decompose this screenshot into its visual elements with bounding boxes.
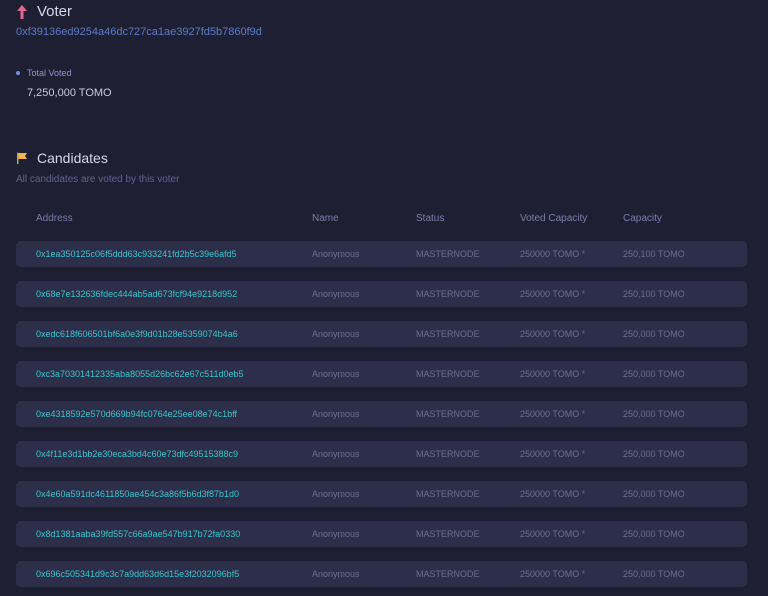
candidate-address-link[interactable]: 0xedc618f606501bf6a0e3f9d01b28e5359074b4… — [36, 329, 238, 339]
candidates-title: Candidates — [37, 150, 108, 166]
candidate-voted-capacity: 250000 TOMO * — [520, 529, 586, 539]
candidate-status: MASTERNODE — [416, 409, 480, 419]
candidate-status: MASTERNODE — [416, 569, 480, 579]
candidate-address-link[interactable]: 0xc3a70301412335aba8055d26bc62e67c511d0e… — [36, 369, 244, 379]
candidate-status: MASTERNODE — [416, 289, 480, 299]
table-row[interactable]: 0x1ea350125c06f5ddd63c933241fd2b5c39e6af… — [16, 241, 747, 267]
arrow-up-icon — [17, 4, 27, 19]
table-row[interactable]: 0x696c505341d9c3c7a9dd63d6d15e3f2032096b… — [16, 561, 747, 587]
candidate-status: MASTERNODE — [416, 449, 480, 459]
candidate-name: Anonymous — [312, 569, 360, 579]
candidate-capacity: 250,000 TOMO — [623, 529, 685, 539]
table-row[interactable]: 0x4e60a591dc4611850ae454c3a86f5b6d3f87b1… — [16, 481, 747, 507]
total-voted-label-row: Total Voted — [16, 68, 112, 78]
candidate-status: MASTERNODE — [416, 249, 480, 259]
candidates-subtitle: All candidates are voted by this voter — [16, 174, 180, 185]
candidate-address-link[interactable]: 0x4f11e3d1bb2e30eca3bd4c60e73dfc49515388… — [36, 449, 238, 459]
candidates-header: Candidates — [16, 150, 108, 166]
candidate-address-link[interactable]: 0x68e7e132636fdec444ab5ad673fcf94e9218d9… — [36, 289, 237, 299]
candidate-name: Anonymous — [312, 289, 360, 299]
candidate-capacity: 250,000 TOMO — [623, 369, 685, 379]
candidate-voted-capacity: 250000 TOMO * — [520, 409, 586, 419]
candidates-table-header: Address Name Status Voted Capacity Capac… — [16, 213, 747, 227]
column-header-address[interactable]: Address — [36, 213, 73, 224]
candidate-voted-capacity: 250000 TOMO * — [520, 569, 586, 579]
total-voted-block: Total Voted 7,250,000 TOMO — [16, 68, 112, 99]
candidate-status: MASTERNODE — [416, 329, 480, 339]
table-row[interactable]: 0x4f11e3d1bb2e30eca3bd4c60e73dfc49515388… — [16, 441, 747, 467]
flag-icon — [17, 152, 27, 164]
candidate-address-link[interactable]: 0x8d1381aaba39fd557c66a9ae547b917b72fa03… — [36, 529, 240, 539]
column-header-name[interactable]: Name — [312, 213, 339, 224]
table-row[interactable]: 0xc3a70301412335aba8055d26bc62e67c511d0e… — [16, 361, 747, 387]
candidate-capacity: 250,000 TOMO — [623, 409, 685, 419]
candidates-table: 0x1ea350125c06f5ddd63c933241fd2b5c39e6af… — [16, 241, 747, 596]
candidate-address-link[interactable]: 0x696c505341d9c3c7a9dd63d6d15e3f2032096b… — [36, 569, 239, 579]
candidate-name: Anonymous — [312, 329, 360, 339]
candidate-capacity: 250,100 TOMO — [623, 249, 685, 259]
voter-address: 0xf39136ed9254a46dc727ca1ae3927fd5b7860f… — [16, 26, 262, 38]
candidate-capacity: 250,000 TOMO — [623, 569, 685, 579]
candidate-capacity: 250,000 TOMO — [623, 449, 685, 459]
candidate-address-link[interactable]: 0xe4318592e570d669b94fc0764e25ee08e74c1b… — [36, 409, 237, 419]
candidate-name: Anonymous — [312, 409, 360, 419]
bullet-dot-icon — [16, 71, 20, 75]
candidate-capacity: 250,100 TOMO — [623, 289, 685, 299]
candidate-name: Anonymous — [312, 449, 360, 459]
candidate-name: Anonymous — [312, 529, 360, 539]
candidate-status: MASTERNODE — [416, 369, 480, 379]
candidate-status: MASTERNODE — [416, 529, 480, 539]
table-row[interactable]: 0x8d1381aaba39fd557c66a9ae547b917b72fa03… — [16, 521, 747, 547]
voter-header: Voter — [16, 3, 72, 20]
candidate-address-link[interactable]: 0x4e60a591dc4611850ae454c3a86f5b6d3f87b1… — [36, 489, 239, 499]
candidate-voted-capacity: 250000 TOMO * — [520, 249, 586, 259]
candidate-voted-capacity: 250000 TOMO * — [520, 289, 586, 299]
candidate-voted-capacity: 250000 TOMO * — [520, 369, 586, 379]
candidate-capacity: 250,000 TOMO — [623, 489, 685, 499]
voter-title: Voter — [37, 3, 73, 20]
table-row[interactable]: 0x68e7e132636fdec444ab5ad673fcf94e9218d9… — [16, 281, 747, 307]
candidate-status: MASTERNODE — [416, 489, 480, 499]
candidate-voted-capacity: 250000 TOMO * — [520, 329, 586, 339]
candidate-capacity: 250,000 TOMO — [623, 329, 685, 339]
candidate-voted-capacity: 250000 TOMO * — [520, 489, 586, 499]
column-header-capacity[interactable]: Capacity — [623, 213, 662, 224]
candidate-name: Anonymous — [312, 369, 360, 379]
total-voted-label: Total Voted — [27, 68, 72, 78]
column-header-voted-capacity[interactable]: Voted Capacity — [520, 213, 587, 224]
candidate-address-link[interactable]: 0x1ea350125c06f5ddd63c933241fd2b5c39e6af… — [36, 249, 237, 259]
table-row[interactable]: 0xedc618f606501bf6a0e3f9d01b28e5359074b4… — [16, 321, 747, 347]
candidate-voted-capacity: 250000 TOMO * — [520, 449, 586, 459]
candidate-name: Anonymous — [312, 489, 360, 499]
voter-page: Voter 0xf39136ed9254a46dc727ca1ae3927fd5… — [0, 0, 768, 596]
table-row[interactable]: 0xe4318592e570d669b94fc0764e25ee08e74c1b… — [16, 401, 747, 427]
total-voted-value: 7,250,000 TOMO — [27, 87, 112, 99]
column-header-status[interactable]: Status — [416, 213, 444, 224]
candidate-name: Anonymous — [312, 249, 360, 259]
